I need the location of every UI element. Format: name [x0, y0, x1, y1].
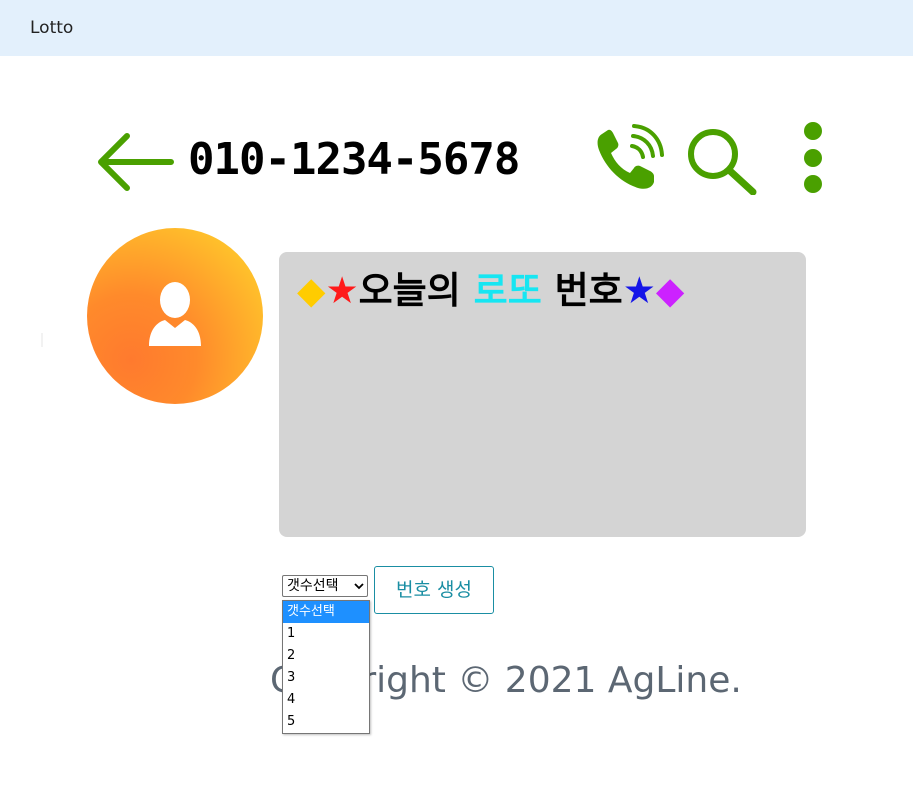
count-select-value: 갯수선택 — [287, 578, 339, 594]
more-vertical-icon[interactable] — [800, 120, 826, 196]
count-dropdown-list: 갯수선택 1 2 3 4 5 — [282, 600, 370, 734]
dropdown-option[interactable]: 5 — [283, 711, 369, 733]
title-text-today: 오늘의 — [358, 269, 474, 312]
divider — [41, 333, 43, 347]
title-text-number: 번호 — [541, 269, 623, 312]
phone-call-icon[interactable] — [594, 124, 664, 192]
avatar — [87, 228, 263, 404]
search-icon[interactable] — [685, 127, 759, 195]
arrow-left-icon[interactable] — [95, 130, 175, 194]
lotto-result-panel: ◆★오늘의 로또 번호★◆ — [279, 252, 806, 537]
generate-button[interactable]: 번호 생성 — [374, 566, 494, 614]
chevron-down-icon — [354, 583, 364, 590]
lotto-title: ◆★오늘의 로또 번호★◆ — [297, 268, 684, 314]
dropdown-option[interactable]: 2 — [283, 645, 369, 667]
dropdown-option[interactable]: 4 — [283, 689, 369, 711]
dropdown-option[interactable]: 1 — [283, 623, 369, 645]
title-text-lotto: 로또 — [473, 269, 542, 312]
title-diamond-left: ◆ — [297, 269, 326, 312]
dropdown-option[interactable]: 갯수선택 — [283, 601, 369, 623]
phone-number: 010-1234-5678 — [188, 134, 520, 185]
title-diamond-right: ◆ — [655, 269, 685, 312]
navbar: Lotto — [0, 0, 913, 56]
user-icon — [149, 282, 201, 346]
title-star-right: ★ — [622, 269, 656, 312]
dropdown-option[interactable]: 3 — [283, 667, 369, 689]
title-star-left: ★ — [325, 269, 359, 312]
count-select[interactable]: 갯수선택 — [282, 575, 368, 597]
navbar-brand[interactable]: Lotto — [30, 18, 73, 38]
